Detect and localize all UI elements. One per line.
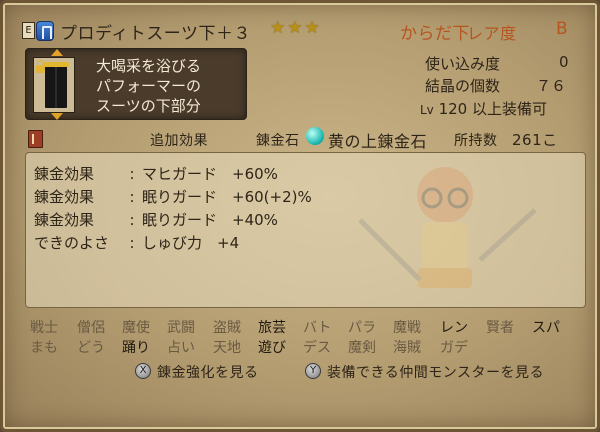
- item-name: プロディトスーツ下＋３: [60, 24, 251, 44]
- job-cell: スパ: [532, 320, 560, 336]
- crystal-value: ７６: [536, 77, 567, 95]
- job-cell: 占い: [167, 340, 195, 356]
- star-rating: ★★★: [270, 18, 322, 38]
- monster-equip-label: 装備できる仲間モンスターを見る: [327, 365, 544, 381]
- owned-label: 所持数: [454, 133, 498, 149]
- extra-effect-label: 追加効果: [150, 133, 208, 149]
- description-line: スーツの下部分: [96, 97, 201, 115]
- lower-body-slot-icon: [36, 21, 54, 41]
- job-cell: 踊り: [122, 340, 150, 356]
- stone-name: 黄の上錬金石: [328, 132, 428, 151]
- job-cell: 魔剣: [348, 340, 376, 356]
- effect-value: 眠りガード +60(+2)%: [142, 188, 312, 206]
- rarity-value: B: [556, 19, 569, 39]
- job-cell: 武闘: [167, 320, 195, 336]
- usage-label: 使い込み度: [425, 55, 501, 73]
- equipment-category: からだ下: [400, 24, 470, 44]
- rarity-label: レア度: [467, 24, 517, 43]
- description-line: パフォーマーの: [96, 77, 202, 95]
- job-cell: 魔戦: [393, 320, 421, 336]
- job-cell: 旅芸: [258, 320, 286, 336]
- job-cell: どう: [77, 340, 105, 356]
- character-preview: [358, 167, 537, 288]
- equipped-marker: E: [22, 22, 35, 39]
- preview-skirt: [418, 268, 472, 288]
- alchemy-upgrade-label: 錬金強化を見る: [157, 365, 259, 381]
- job-cell: デス: [303, 340, 331, 356]
- effect-row: 錬金効果: 眠りガード +40%: [34, 209, 278, 230]
- monster-equip-button[interactable]: Y 装備できる仲間モンスターを見る: [305, 362, 575, 382]
- job-cell: 遊び: [258, 340, 286, 356]
- job-cell: 賢者: [486, 320, 514, 336]
- effect-label: 錬金効果: [34, 188, 95, 206]
- arrow-up-icon[interactable]: [51, 49, 63, 56]
- effect-colon: :: [129, 211, 135, 229]
- job-cell: バト: [303, 320, 332, 336]
- effect-colon: :: [129, 234, 135, 252]
- alchemy-upgrade-button[interactable]: X 錬金強化を見る: [135, 362, 275, 382]
- effect-row: できのよさ: しゅび力 +4: [34, 232, 239, 253]
- effect-row: 錬金効果: マヒガード +60%: [34, 163, 278, 184]
- level-requirement: Lv 120 以上装備可: [420, 98, 547, 119]
- job-cell: 僧侶: [77, 320, 105, 336]
- job-cell: まも: [30, 340, 58, 356]
- job-cell: パラ: [348, 320, 376, 336]
- x-button-icon: X: [135, 363, 151, 379]
- effect-value: マヒガード +60%: [142, 165, 278, 183]
- job-cell: 魔使: [122, 320, 150, 336]
- effect-colon: :: [129, 165, 135, 183]
- effect-value: しゅび力 +4: [142, 234, 240, 252]
- level-prefix: Lv: [420, 103, 434, 117]
- job-cell: ガデ: [440, 340, 468, 356]
- level-value: 120: [438, 100, 468, 118]
- owned-count: 261こ: [512, 131, 558, 149]
- crystal-label: 結晶の個数: [425, 77, 501, 95]
- effect-value: 眠りガード +40%: [142, 211, 278, 229]
- job-cell: 戦士: [30, 320, 58, 336]
- level-suffix: 以上装備可: [472, 100, 548, 118]
- effect-label: できのよさ: [34, 234, 110, 252]
- lock-icon: [36, 60, 45, 73]
- job-cell: レン: [440, 320, 468, 336]
- job-cell: 盗賊: [213, 320, 241, 336]
- preview-head: [417, 167, 473, 223]
- book-icon: [28, 130, 43, 148]
- preview-body: [422, 222, 468, 272]
- job-cell: 天地: [213, 340, 241, 356]
- arrow-down-icon[interactable]: [51, 113, 63, 120]
- effect-colon: :: [129, 188, 135, 206]
- alchemy-stone-label: 錬金石: [256, 133, 300, 149]
- y-button-icon: Y: [305, 363, 321, 379]
- effect-label: 錬金効果: [34, 211, 95, 229]
- preview-weapon: [478, 208, 537, 262]
- preview-weapon: [358, 218, 422, 282]
- description-line: 大喝采を浴びる: [96, 57, 202, 75]
- usage-value: 0: [559, 53, 569, 71]
- alchemy-stone-icon: [306, 127, 324, 145]
- item-info-box: 大喝采を浴びる パフォーマーの スーツの下部分: [25, 48, 247, 120]
- item-description: 大喝采を浴びる パフォーマーの スーツの下部分: [96, 56, 201, 116]
- pants-icon: [43, 62, 69, 108]
- job-cell: 海賊: [393, 340, 421, 356]
- effect-row: 錬金効果: 眠りガード +60(+2)%: [34, 186, 312, 207]
- effect-label: 錬金効果: [34, 165, 95, 183]
